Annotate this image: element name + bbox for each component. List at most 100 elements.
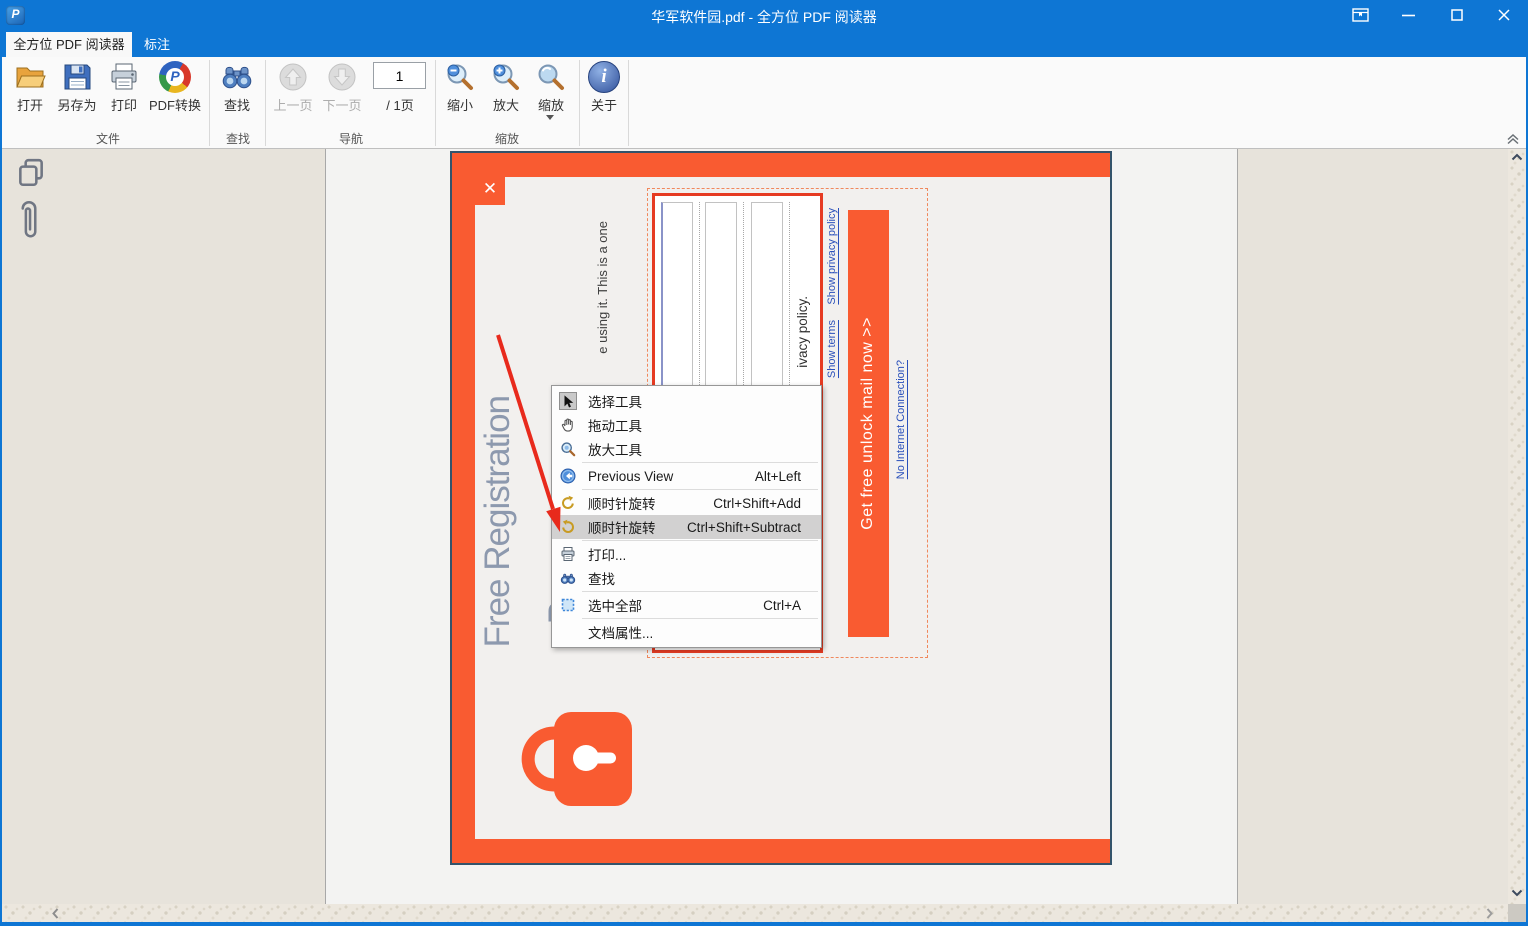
unlock-banner-text: Get free unlock mail now >>: [860, 317, 877, 530]
thumbnails-panel-button[interactable]: [16, 157, 46, 194]
previous-page-button[interactable]: 上一页: [270, 59, 316, 133]
save-as-button[interactable]: 另存为: [54, 59, 100, 133]
show-terms-link[interactable]: Show terms: [827, 320, 839, 378]
scroll-down-button[interactable]: [1511, 888, 1523, 898]
maximize-icon: [1451, 9, 1463, 21]
window-title: 华军软件园.pdf - 全方位 PDF 阅读器: [200, 7, 1328, 27]
close-button[interactable]: [1487, 0, 1521, 30]
find-icon: [559, 569, 577, 587]
about-info-icon: [588, 61, 620, 93]
main-area: ✕ Free Registration P e using it. This i…: [2, 149, 1508, 904]
tab-reader[interactable]: 全方位 PDF 阅读器: [6, 32, 132, 57]
menu-item-find[interactable]: 查找: [552, 566, 821, 590]
attachments-panel-button[interactable]: [16, 197, 42, 248]
pdf-convert-icon: [159, 61, 191, 93]
page-total-label: / 1页: [368, 95, 432, 114]
menu-separator: [582, 540, 818, 541]
previous-page-icon: [277, 61, 309, 93]
scrollbar-corner: [1508, 904, 1526, 922]
print-icon: [559, 545, 577, 563]
ribbon-toolbar: 打开 另存为 打印: [2, 57, 1526, 149]
select-all-icon: [559, 596, 577, 614]
menu-item-print[interactable]: 打印...: [552, 542, 821, 566]
about-button[interactable]: 关于: [583, 59, 625, 133]
menu-separator: [582, 489, 818, 490]
minimize-button[interactable]: [1391, 0, 1425, 30]
ribbon-display-icon: [1352, 8, 1369, 22]
annotation-arrow: [470, 320, 580, 545]
app-window: 华军软件园.pdf - 全方位 PDF 阅读器 全方位 PDF 阅读器: [0, 0, 1528, 926]
zoom-icon: [535, 61, 567, 93]
chevron-up-icon: [1504, 131, 1522, 145]
menu-item-select-tool[interactable]: 选择工具: [552, 389, 821, 413]
zoom-in-icon: [490, 61, 522, 93]
body-text-fragment: e using it. This is a one: [596, 221, 610, 354]
group-label-file: 文件: [10, 130, 206, 147]
menu-separator: [582, 618, 818, 619]
no-internet-link[interactable]: No Internet Connection?: [896, 360, 908, 479]
ribbon-separator: [435, 60, 436, 146]
scroll-right-icon: [1486, 908, 1493, 919]
menu-item-previous-view[interactable]: Previous View Alt+Left: [552, 464, 821, 488]
ribbon-separator: [265, 60, 266, 146]
menu-item-rotate-clockwise[interactable]: 顺时针旋转 Ctrl+Shift+Add: [552, 491, 821, 515]
pdf-convert-button[interactable]: PDF转换: [148, 59, 202, 133]
show-privacy-link[interactable]: Show privacy policy: [827, 208, 839, 305]
context-menu: 选择工具 拖动工具 放大工具: [551, 385, 822, 648]
next-page-icon: [326, 61, 358, 93]
paperclip-icon: [16, 197, 42, 243]
title-bar: 华军软件园.pdf - 全方位 PDF 阅读器: [0, 0, 1528, 30]
scroll-down-icon: [1511, 889, 1523, 897]
scroll-right-button[interactable]: [1484, 908, 1494, 919]
menu-item-select-all[interactable]: 选中全部 Ctrl+A: [552, 593, 821, 617]
collapse-ribbon-button[interactable]: [1504, 131, 1524, 146]
save-icon: [61, 61, 93, 93]
binoculars-icon: [221, 61, 253, 93]
unlock-banner[interactable]: Get free unlock mail now >>: [848, 210, 889, 637]
menu-item-hand-tool[interactable]: 拖动工具: [552, 413, 821, 437]
menu-item-rotate-counterclockwise[interactable]: 顺时针旋转 Ctrl+Shift+Subtract: [552, 515, 821, 539]
group-label-zoom: 缩放: [437, 130, 577, 147]
ribbon-separator: [209, 60, 210, 146]
dialog-close-button[interactable]: ✕: [475, 172, 505, 205]
menu-item-document-properties[interactable]: 文档属性...: [552, 620, 821, 644]
scroll-left-icon: [52, 908, 59, 919]
ribbon-tab-bar: 全方位 PDF 阅读器 标注: [0, 30, 1528, 57]
open-folder-icon: [14, 61, 46, 93]
page-number-input[interactable]: [373, 62, 426, 89]
app-logo-icon: [6, 6, 25, 25]
group-label-find: 查找: [213, 130, 263, 147]
vertical-scrollbar[interactable]: [1508, 149, 1526, 904]
window-border: [0, 56, 2, 926]
padlock-icon: [510, 710, 634, 808]
scroll-up-button[interactable]: [1511, 152, 1523, 162]
ribbon-separator: [628, 60, 629, 146]
maximize-button[interactable]: [1440, 0, 1474, 30]
open-button[interactable]: 打开: [10, 59, 50, 133]
ribbon-display-button[interactable]: [1343, 0, 1377, 30]
scroll-left-button[interactable]: [50, 908, 60, 919]
tab-annotate[interactable]: 标注: [132, 32, 182, 57]
find-button[interactable]: 查找: [214, 59, 260, 133]
horizontal-scrollbar[interactable]: [2, 904, 1508, 922]
zoom-out-icon: [444, 61, 476, 93]
print-button[interactable]: 打印: [103, 59, 145, 133]
privacy-text-fragment: ivacy policy.: [796, 296, 810, 368]
window-border: [0, 922, 1528, 926]
menu-separator: [582, 462, 818, 463]
pages-icon: [16, 157, 46, 189]
menu-separator: [582, 591, 818, 592]
ribbon-separator: [579, 60, 580, 146]
group-label-nav: 导航: [269, 130, 433, 147]
minimize-icon: [1402, 14, 1415, 17]
page-bottom-band: [452, 839, 1110, 863]
zoom-in-button[interactable]: 放大: [485, 59, 527, 133]
menu-item-zoom-tool[interactable]: 放大工具: [552, 437, 821, 461]
page-top-band: [452, 153, 1110, 177]
zoom-dropdown-caret-icon[interactable]: [546, 115, 554, 124]
close-icon: [1498, 9, 1510, 21]
scroll-up-icon: [1511, 153, 1523, 161]
next-page-button[interactable]: 下一页: [319, 59, 365, 133]
zoom-out-button[interactable]: 缩小: [439, 59, 481, 133]
printer-icon: [108, 61, 140, 93]
